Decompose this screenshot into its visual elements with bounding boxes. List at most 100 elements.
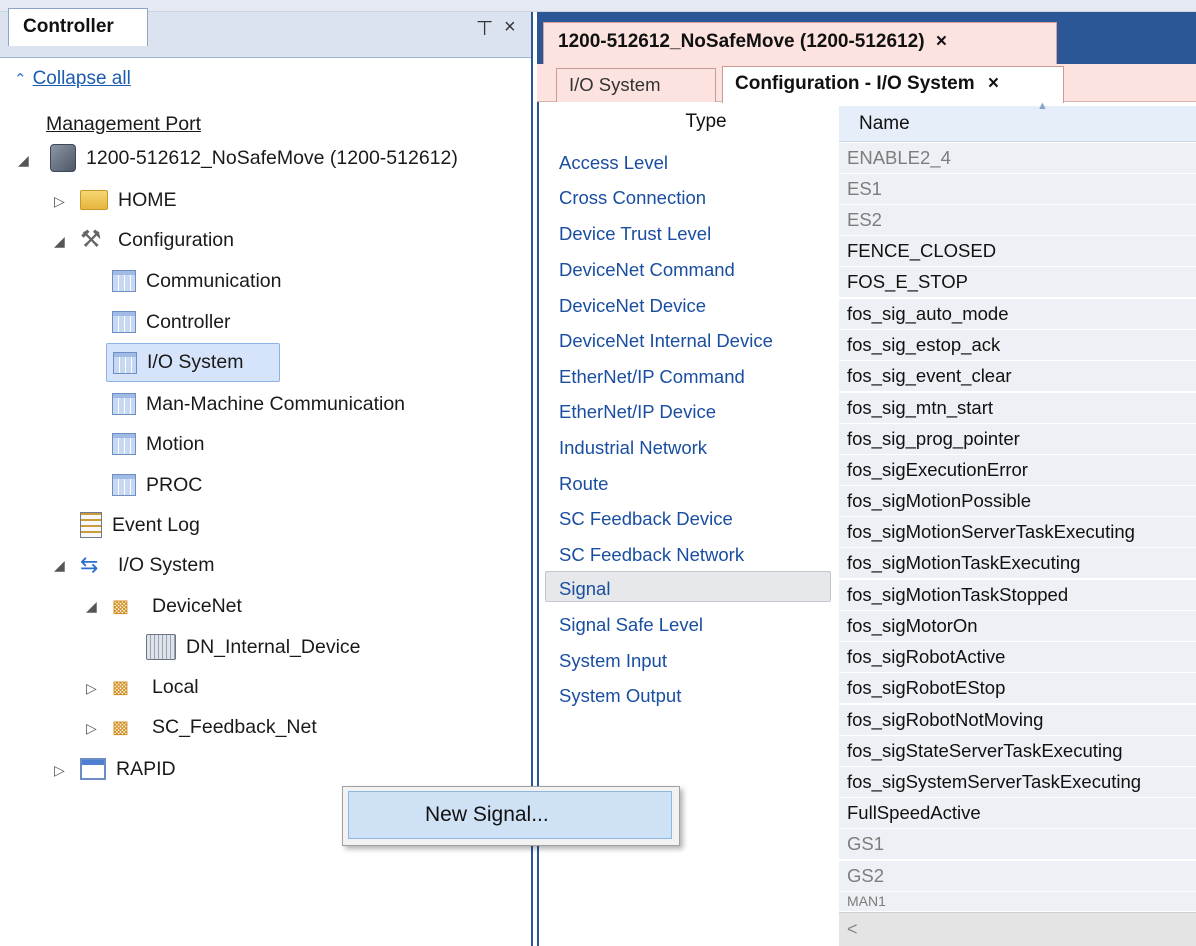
collapsed-arrow-icon[interactable]: ▷ [54,762,65,779]
tab-config-label: Configuration - I/O System [735,73,975,94]
tree-item-label: Controller [146,310,231,333]
menu-item-new-signal[interactable]: New Signal... [348,791,672,839]
document-tab[interactable]: 1200-512612_NoSafeMove (1200-512612) × [543,22,1057,64]
top-strip [0,0,1196,12]
event-log-icon [80,512,102,538]
type-item[interactable]: Cross Connection [545,179,831,213]
tree-item-event-log[interactable]: Event Log [80,507,200,543]
table-row[interactable]: fos_sig_estop_ack [839,330,1196,361]
type-item[interactable]: SC Feedback Network [545,536,831,570]
expanded-arrow-icon[interactable]: ◢ [54,557,65,574]
close-pane-icon[interactable]: × [504,16,516,39]
type-item[interactable]: EtherNet/IP Command [545,358,831,392]
type-item[interactable]: System Output [545,677,831,711]
pin-dropdown-icon[interactable]: ⊤ [476,16,493,41]
management-port-item[interactable]: Management Port [46,106,201,142]
type-item[interactable]: DeviceNet Command [545,251,831,285]
tree-item-dn-internal-device[interactable]: DN_Internal_Device [146,629,361,665]
type-item[interactable]: SC Feedback Device [545,500,831,534]
expanded-arrow-icon[interactable]: ◢ [54,233,65,250]
tree-item-configuration[interactable]: ⚒ Configuration [80,222,234,258]
tree-item-label: I/O System [118,553,215,576]
table-row[interactable]: fos_sigExecutionError [839,455,1196,486]
config-table-icon [112,433,136,455]
tree-item-label: Local [152,675,199,698]
close-tab-icon[interactable]: × [988,73,999,94]
table-row[interactable]: ES1 [839,174,1196,205]
tree-item-io-system[interactable]: ⇆ I/O System [80,547,214,583]
tree-item-home[interactable]: HOME [80,182,177,218]
network-icon: ▩ [112,677,130,697]
table-row[interactable]: fos_sigRobotNotMoving [839,705,1196,736]
type-item[interactable]: Signal Safe Level [545,606,831,640]
type-item[interactable]: EtherNet/IP Device [545,393,831,427]
table-row[interactable]: fos_sigRobotActive [839,642,1196,673]
table-row[interactable]: fos_sigMotionServerTaskExecuting [839,517,1196,548]
type-item-selected[interactable]: Signal [545,571,831,602]
tree-item-proc[interactable]: PROC [112,467,202,503]
table-row[interactable]: ES2 [839,205,1196,236]
config-table-icon [112,474,136,496]
controller-tab-label: Controller [23,16,114,37]
document-tab-title: 1200-512612_NoSafeMove (1200-512612) [558,31,925,52]
type-header-label: Type [685,111,727,132]
table-row[interactable]: FullSpeedActive [839,798,1196,829]
config-table-icon [113,351,137,374]
tree-item-motion[interactable]: Motion [112,426,205,462]
table-row[interactable]: ENABLE2_4 [839,143,1196,174]
table-row[interactable]: fos_sig_mtn_start [839,393,1196,424]
expanded-arrow-icon[interactable]: ◢ [18,152,29,169]
tab-io-system[interactable]: I/O System [556,68,716,102]
table-row[interactable]: fos_sigMotionTaskExecuting [839,548,1196,579]
controller-node-label: 1200-512612_NoSafeMove (1200-512612) [86,146,458,169]
type-item[interactable]: Access Level [545,144,831,178]
collapsed-arrow-icon[interactable]: ▷ [86,720,97,737]
tree-item-label: I/O System [147,351,244,373]
tree-item-label: HOME [118,188,177,211]
tree-item-rapid[interactable]: RAPID [80,751,176,787]
type-item[interactable]: Route [545,465,831,499]
table-row[interactable]: fos_sigStateServerTaskExecuting [839,736,1196,767]
table-row[interactable]: GS2 [839,861,1196,892]
type-item[interactable]: DeviceNet Internal Device [545,322,831,356]
type-item[interactable]: Industrial Network [545,429,831,463]
config-table-icon [112,270,136,292]
table-row[interactable]: fos_sig_auto_mode [839,299,1196,330]
table-row[interactable]: FOS_E_STOP [839,267,1196,298]
table-row[interactable]: fos_sigMotionTaskStopped [839,580,1196,611]
tree-item-man-machine[interactable]: Man-Machine Communication [112,386,405,422]
tree-item-controller[interactable]: Controller [112,304,231,340]
network-icon: ▩ [112,596,130,616]
controller-tab[interactable]: Controller [8,8,148,46]
type-item[interactable]: System Input [545,642,831,676]
horizontal-scrollbar[interactable]: < [839,912,1196,946]
tree-item-io-system-config[interactable]: I/O System [106,343,280,382]
table-row[interactable]: fos_sigMotorOn [839,611,1196,642]
table-row[interactable]: GS1 [839,829,1196,860]
collapsed-arrow-icon[interactable]: ▷ [86,680,97,697]
name-column-header[interactable]: ▲ Name [839,100,1196,142]
tree-item-communication[interactable]: Communication [112,263,281,299]
table-row[interactable]: fos_sigSystemServerTaskExecuting [839,767,1196,798]
tree-controller-node[interactable]: 1200-512612_NoSafeMove (1200-512612) [50,140,458,176]
table-row[interactable]: FENCE_CLOSED [839,236,1196,267]
table-row[interactable]: MAN1 [839,892,1196,912]
expanded-arrow-icon[interactable]: ◢ [86,598,97,615]
collapse-all-link[interactable]: ⌃ Collapse all [14,68,131,90]
table-row[interactable]: fos_sigMotionPossible [839,486,1196,517]
tree-item-devicenet[interactable]: ▩ DeviceNet [112,588,242,624]
type-item[interactable]: DeviceNet Device [545,287,831,321]
type-item[interactable]: Device Trust Level [545,215,831,249]
config-table-icon [112,311,136,333]
table-row[interactable]: fos_sig_prog_pointer [839,424,1196,455]
tree-item-label: Man-Machine Communication [146,392,406,415]
scroll-left-icon[interactable]: < [847,919,858,940]
tree-item-sc-feedback-net[interactable]: ▩ SC_Feedback_Net [112,709,317,745]
collapsed-arrow-icon[interactable]: ▷ [54,193,65,210]
table-row[interactable]: fos_sig_event_clear [839,361,1196,392]
close-tab-icon[interactable]: × [936,31,947,52]
tree-item-label: PROC [146,473,203,496]
table-row[interactable]: fos_sigRobotEStop [839,673,1196,704]
tab-configuration-io-system[interactable]: Configuration - I/O System × [722,66,1064,103]
tree-item-local[interactable]: ▩ Local [112,669,199,705]
